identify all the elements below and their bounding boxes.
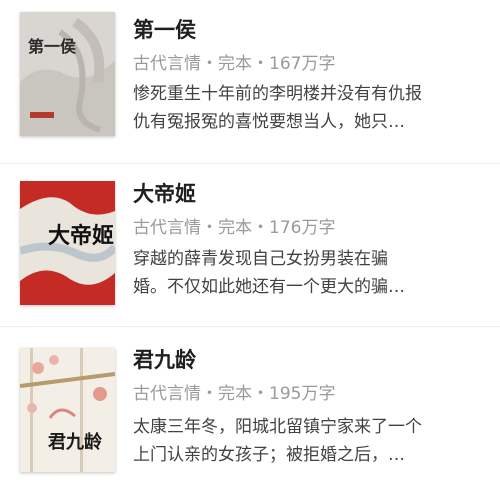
book-meta: 古代言情・完本・167万字 — [133, 54, 336, 74]
synopsis-line: 太康三年冬，阳城北留镇宁家来了一个 — [133, 417, 422, 437]
book-cover[interactable]: 君九龄 — [20, 348, 115, 472]
book-title[interactable]: 第一侯 — [133, 14, 196, 44]
cover-art-jun-jiu-ling: 君九龄 — [20, 348, 115, 472]
cover-title: 第一侯 — [28, 37, 76, 56]
book-card[interactable]: 大帝姬 大帝姬 古代言情・完本・176万字 穿越的薛青发现自己女扮男装在骗 婚。… — [0, 163, 500, 326]
synopsis-line: 仇有冤报冤的喜悦要想当人，她只… — [133, 112, 405, 132]
synopsis-line: 上门认亲的女孩子；被拒婚之后，… — [133, 445, 405, 465]
synopsis-line: 惨死重生十年前的李明楼并没有有仇报 — [133, 84, 422, 104]
synopsis-line: 婚。不仅如此她还有一个更大的骗… — [133, 277, 405, 297]
book-meta: 古代言情・完本・195万字 — [133, 384, 336, 404]
book-cover[interactable]: 第一侯 — [20, 12, 115, 136]
book-card[interactable]: 第一侯 第一侯 古代言情・完本・167万字 惨死重生十年前的李明楼并没有有仇报 … — [0, 0, 500, 163]
book-synopsis: 穿越的薛青发现自己女扮男装在骗 婚。不仅如此她还有一个更大的骗… — [133, 245, 478, 301]
cover-art-da-di-ji: 大帝姬 — [20, 181, 115, 305]
book-meta: 古代言情・完本・176万字 — [133, 218, 336, 238]
book-list: 第一侯 第一侯 古代言情・完本・167万字 惨死重生十年前的李明楼并没有有仇报 … — [0, 0, 500, 491]
cover-art-di-yi-hou: 第一侯 — [20, 12, 115, 136]
book-title[interactable]: 君九龄 — [133, 344, 196, 374]
book-synopsis: 太康三年冬，阳城北留镇宁家来了一个 上门认亲的女孩子；被拒婚之后，… — [133, 413, 478, 469]
book-title[interactable]: 大帝姬 — [133, 178, 196, 208]
book-synopsis: 惨死重生十年前的李明楼并没有有仇报 仇有冤报冤的喜悦要想当人，她只… — [133, 80, 478, 136]
cover-title: 君九龄 — [48, 431, 103, 453]
book-cover[interactable]: 大帝姬 — [20, 181, 115, 305]
book-card[interactable]: 君九龄 君九龄 古代言情・完本・195万字 太康三年冬，阳城北留镇宁家来了一个 … — [0, 326, 500, 489]
cover-title: 大帝姬 — [48, 223, 114, 249]
synopsis-line: 穿越的薛青发现自己女扮男装在骗 — [133, 249, 388, 269]
